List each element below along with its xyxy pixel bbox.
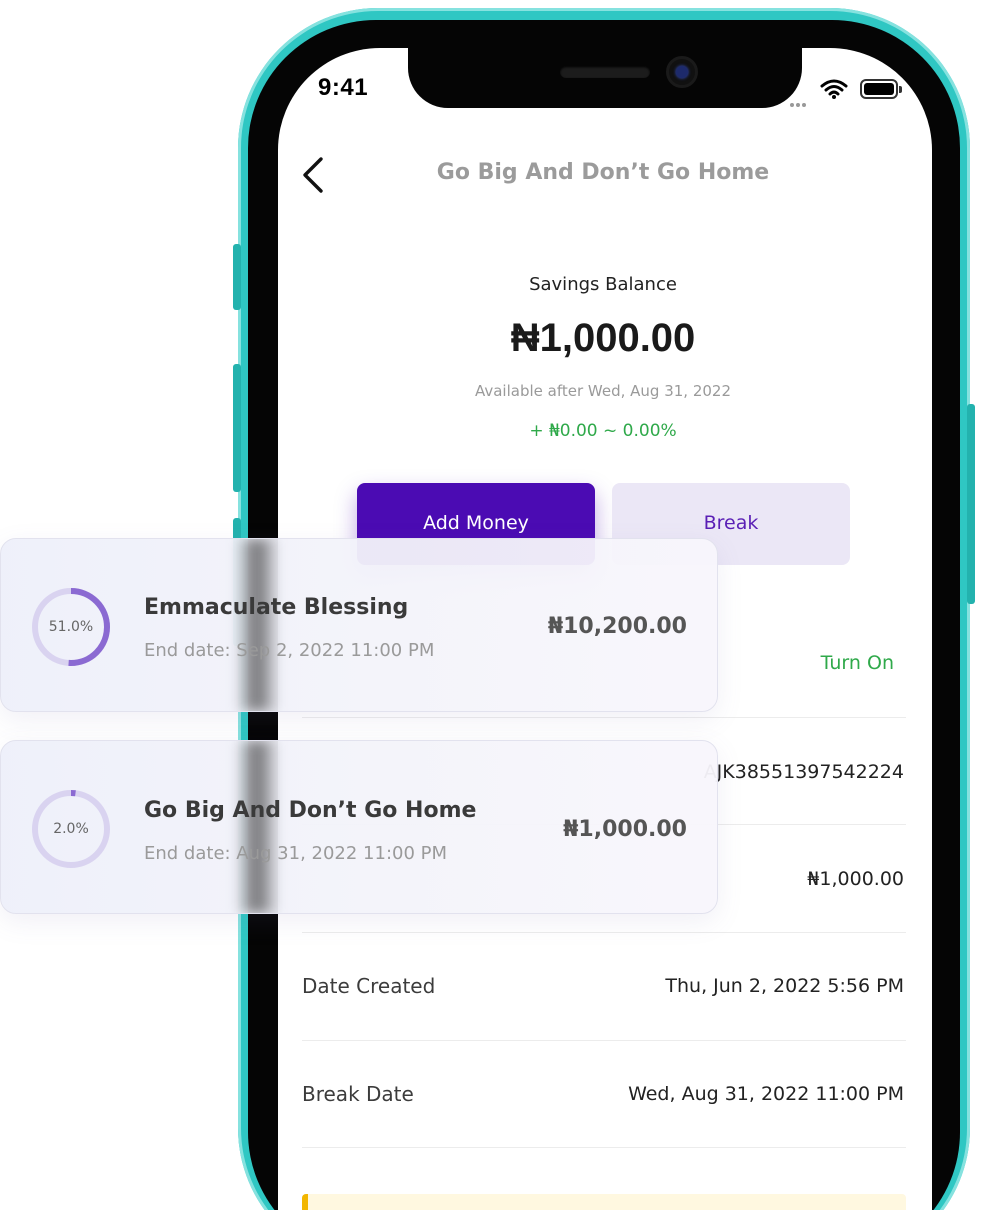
mute-switch (233, 244, 241, 310)
savings-plan-card[interactable]: 51.0% Emmaculate Blessing End date: Sep … (0, 538, 718, 712)
interest-gain: + ₦0.00 ~ 0.00% (529, 421, 677, 441)
status-time: 9:41 (318, 74, 369, 101)
divider (302, 1147, 906, 1148)
wifi-icon (820, 79, 848, 99)
date-created-label: Date Created (302, 974, 436, 998)
plan-name: Go Big And Don’t Go Home (144, 798, 477, 823)
notice-banner (302, 1194, 906, 1210)
volume-up-button (233, 364, 241, 492)
progress-percent: 51.0% (48, 619, 94, 635)
divider (302, 932, 906, 933)
balance-label: Savings Balance (529, 274, 677, 295)
phone-edge-shadow (236, 539, 278, 711)
phone-edge-shadow (236, 741, 278, 913)
chevron-left-icon[interactable] (300, 156, 326, 194)
reference-value: AJK38551397542224 (703, 761, 904, 783)
page-title: Go Big And Don’t Go Home (436, 160, 770, 185)
power-button (967, 404, 975, 604)
amount-value: ₦1,000.00 (807, 868, 904, 890)
balance-amount: ₦1,000.00 (510, 316, 696, 360)
battery-icon (860, 79, 902, 99)
plan-name: Emmaculate Blessing (144, 595, 409, 620)
savings-plan-card[interactable]: 2.0% Go Big And Don’t Go Home End date: … (0, 740, 718, 914)
divider (302, 717, 906, 718)
camera-icon (666, 56, 698, 88)
signal-dots-icon (790, 92, 820, 107)
plan-end-date: End date: Aug 31, 2022 11:00 PM (144, 843, 448, 864)
available-note: Available after Wed, Aug 31, 2022 (474, 382, 731, 400)
divider (302, 1040, 906, 1041)
plan-amount: ₦10,200.00 (547, 614, 687, 639)
break-date-label: Break Date (302, 1082, 414, 1106)
progress-percent: 2.0% (53, 821, 89, 837)
plan-amount: ₦1,000.00 (563, 817, 687, 842)
break-date-value: Wed, Aug 31, 2022 11:00 PM (628, 1083, 904, 1105)
autosave-turn-on-link[interactable]: Turn On (790, 652, 894, 674)
plan-end-date: End date: Sep 2, 2022 11:00 PM (144, 640, 435, 661)
speaker-grille (560, 66, 650, 78)
date-created-value: Thu, Jun 2, 2022 5:56 PM (665, 975, 904, 997)
